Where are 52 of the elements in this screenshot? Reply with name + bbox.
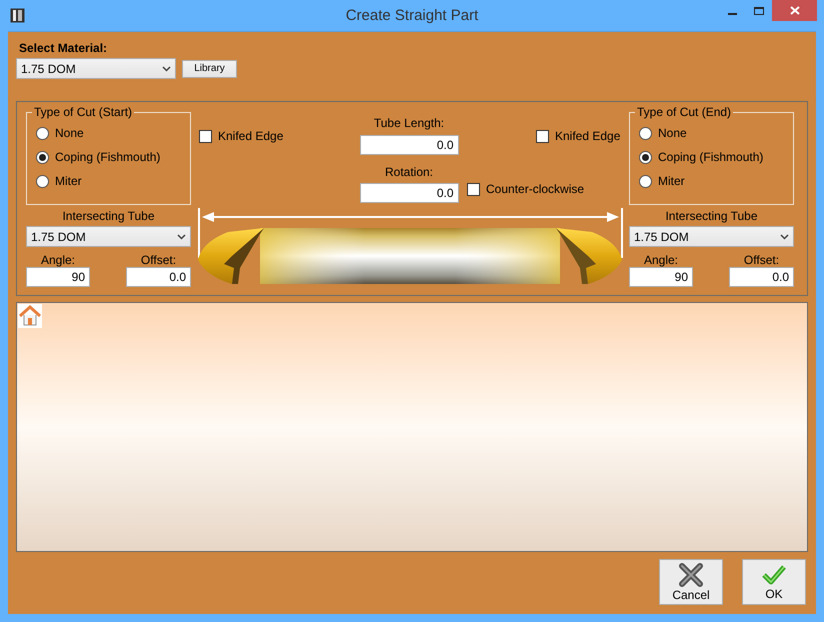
checkbox[interactable] — [536, 130, 549, 142]
checkbox[interactable] — [467, 182, 480, 196]
radio-label: None — [55, 125, 84, 142]
number-field[interactable]: 0.0 — [360, 183, 458, 203]
field-label: Angle: — [644, 253, 678, 267]
dropdown[interactable]: 1.75 DOM — [629, 226, 794, 247]
close-icon — [678, 562, 704, 586]
number-field[interactable]: 90 — [26, 267, 90, 287]
number-field[interactable]: 0.0 — [360, 135, 458, 155]
dropdown[interactable]: 1.75 DOM — [16, 58, 176, 79]
app-icon — [10, 8, 25, 23]
home-icon — [19, 305, 41, 327]
field-label: Tube Length: — [374, 116, 444, 130]
home-button[interactable] — [18, 304, 42, 328]
radio-label: Miter — [658, 173, 685, 190]
radio-button[interactable] — [36, 150, 49, 164]
radio-button[interactable] — [639, 174, 652, 188]
chevron-down-icon — [177, 234, 186, 240]
close-button[interactable] — [772, 0, 817, 21]
chevron-down-icon — [780, 234, 789, 240]
field-label: Angle: — [40, 253, 76, 267]
library-button[interactable]: Library — [182, 60, 237, 78]
material-label: Select Material: — [18, 41, 108, 55]
field-label: Intersecting Tube — [664, 209, 759, 223]
radio-button[interactable] — [36, 174, 49, 188]
window-title: Create Straight Part — [346, 7, 478, 25]
checkbox-label: Knifed Edge — [218, 128, 284, 145]
group-legend: Type of Cut (End) — [635, 105, 734, 119]
field-label: Offset: — [140, 253, 176, 267]
radio-button[interactable] — [36, 126, 49, 140]
dropdown[interactable]: 1.75 DOM — [26, 226, 191, 247]
field-label: Intersecting Tube — [61, 209, 156, 223]
radio-label: Coping (Fishmouth) — [658, 149, 764, 166]
close-icon — [790, 6, 800, 15]
checkbox-label: Knifed Edge — [555, 128, 620, 145]
number-field[interactable]: 90 — [629, 267, 693, 287]
number-field[interactable]: 0.0 — [126, 267, 191, 287]
cancel-button[interactable]: Cancel — [659, 559, 723, 605]
checkbox[interactable] — [199, 130, 212, 142]
radio-button[interactable] — [639, 150, 652, 164]
number-field[interactable]: 0.0 — [729, 267, 794, 287]
ok-button[interactable]: OK — [742, 559, 806, 605]
group-legend: Type of Cut (Start) — [32, 105, 134, 119]
radio-label: Miter — [55, 173, 82, 190]
radio-label: None — [658, 125, 687, 142]
field-label: Offset: — [744, 253, 780, 267]
chevron-down-icon — [162, 66, 171, 72]
radio-button[interactable] — [639, 126, 652, 140]
field-label: Rotation: — [384, 165, 434, 179]
radio-label: Coping (Fishmouth) — [55, 149, 160, 166]
checkmark-icon — [761, 564, 787, 586]
checkbox-label: Counter-clockwise — [486, 181, 584, 198]
